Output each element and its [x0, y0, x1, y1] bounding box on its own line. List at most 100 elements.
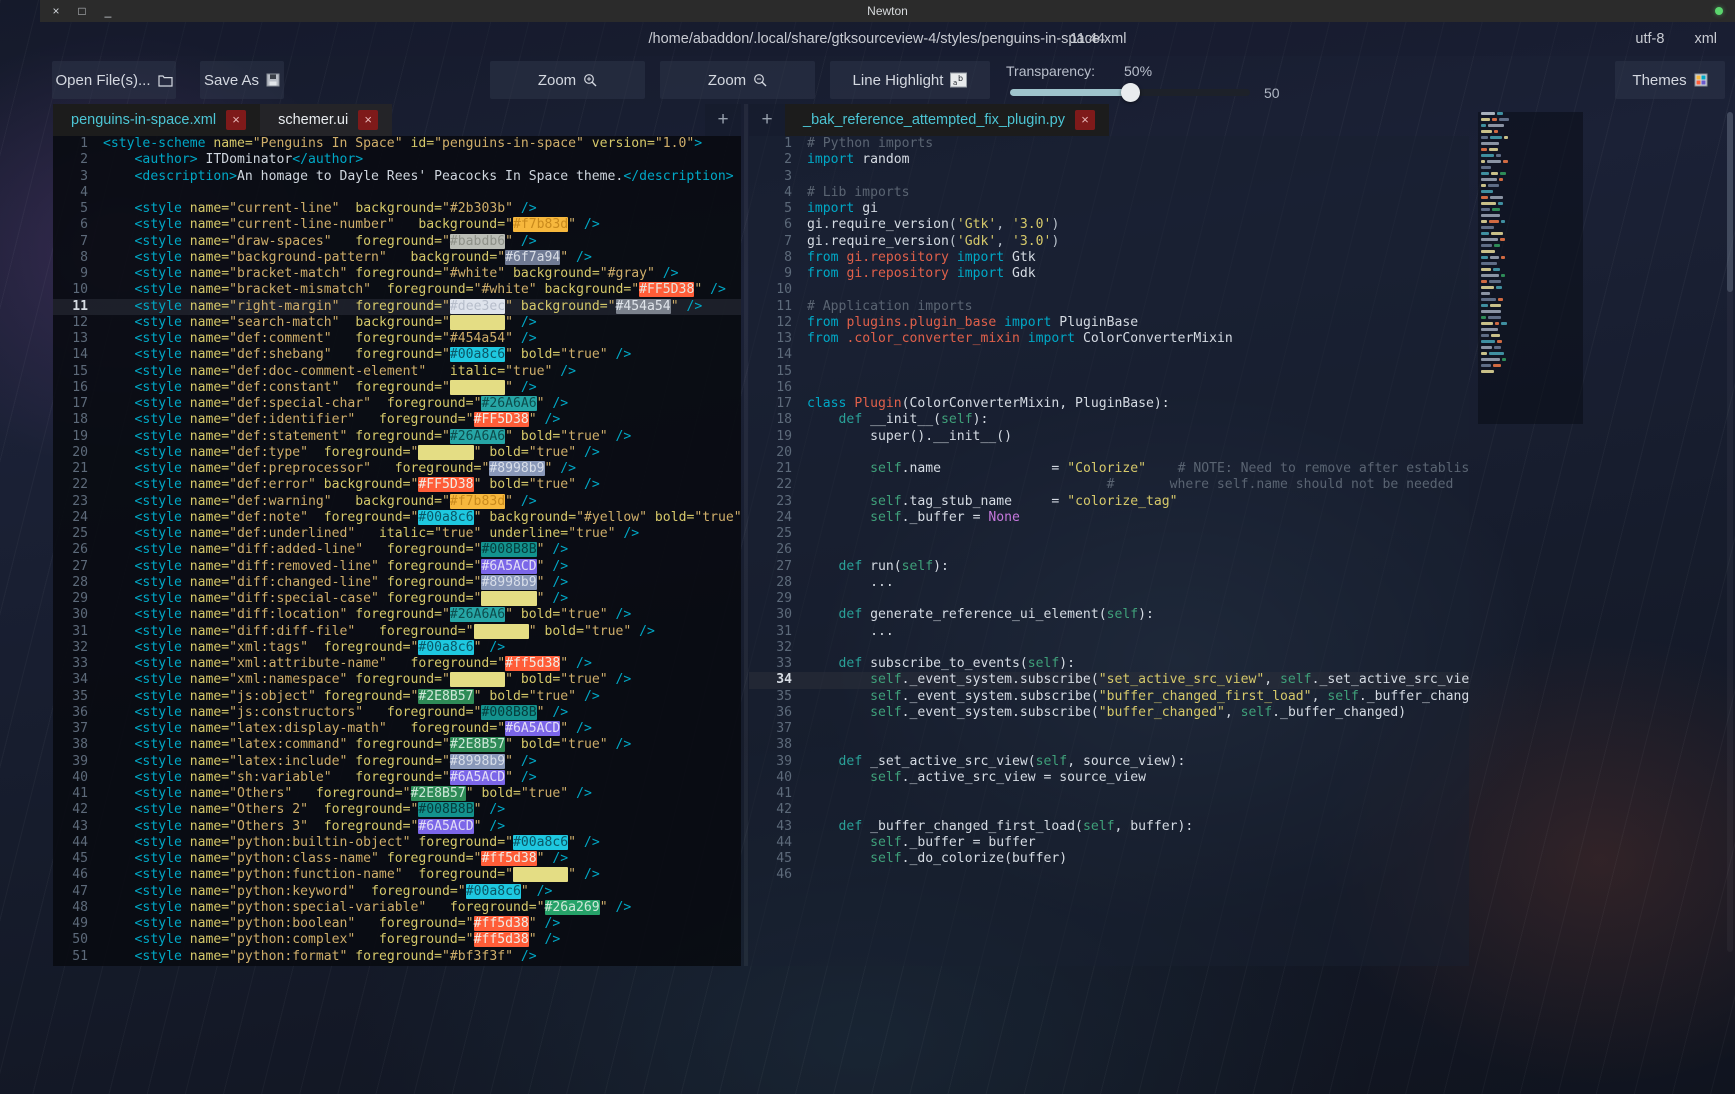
code-line[interactable]: 7 gi.require_version('Gdk', '3.0') [749, 234, 1469, 250]
code-line[interactable]: 36 <style name="js:constructors" foregro… [53, 704, 741, 721]
new-tab-button-left[interactable]: + [705, 104, 741, 136]
code-line[interactable]: 38 <style name="latex:command" foregroun… [53, 737, 741, 753]
code-line[interactable]: 19 <style name="def:statement" foregroun… [53, 428, 741, 445]
code-line[interactable]: 5 import gi [749, 201, 1469, 217]
code-line[interactable]: 29 <style name="diff:special-case" foreg… [53, 591, 741, 607]
code-line[interactable]: 6 <style name="current-line-number" back… [53, 217, 741, 233]
code-line[interactable]: 28 ... [749, 575, 1469, 591]
code-line[interactable]: 39 <style name="latex:include" foregroun… [53, 753, 741, 770]
code-line[interactable]: 50 <style name="python:complex" foregrou… [53, 932, 741, 948]
zoom-in-button[interactable]: Zoom [490, 61, 645, 99]
code-line[interactable]: 20 <style name="def:type" foreground=" "… [53, 444, 741, 461]
code-line[interactable]: 4 # Lib imports [749, 185, 1469, 201]
code-line[interactable]: 47 <style name="python:keyword" foregrou… [53, 883, 741, 900]
code-line[interactable]: 23 <style name="def:warning" background=… [53, 493, 741, 510]
code-line[interactable]: 14 <style name="def:shebang" foreground=… [53, 347, 741, 363]
code-line[interactable]: 42 <style name="Others 2" foreground="#0… [53, 802, 741, 818]
code-line[interactable]: 9 from gi.repository import Gdk [749, 266, 1469, 282]
code-line[interactable]: 10 <style name="bracket-mismatch" foregr… [53, 282, 741, 298]
new-tab-button-right[interactable]: + [749, 104, 785, 136]
code-line[interactable]: 15 [749, 364, 1469, 380]
code-line[interactable]: 41 <style name="Others" foreground="#2E8… [53, 786, 741, 802]
code-editor-right[interactable]: 1 # Python imports 2 import random 3 4 # Lib i… [749, 136, 1469, 966]
code-line[interactable]: 18 def __init__(self): [749, 412, 1469, 428]
code-line[interactable]: 32 [749, 640, 1469, 656]
code-line[interactable]: 10 [749, 282, 1469, 298]
code-line[interactable]: 5 <style name="current-line" background=… [53, 201, 741, 217]
open-files-button[interactable]: Open File(s)... [52, 61, 176, 99]
code-line[interactable]: 42 [749, 802, 1469, 818]
code-editor-left[interactable]: 1 <style-scheme name="Penguins In Space" … [53, 136, 741, 966]
code-line[interactable]: 43 def _buffer_changed_first_load(self, … [749, 819, 1469, 835]
code-line[interactable]: 46 [749, 867, 1469, 883]
code-line[interactable]: 8 from gi.repository import Gtk [749, 250, 1469, 266]
code-line[interactable]: 3 [749, 169, 1469, 185]
code-line[interactable]: 19 super().__init__() [749, 429, 1469, 445]
code-line[interactable]: 45 <style name="python:class-name" foreg… [53, 851, 741, 867]
code-line[interactable]: 14 [749, 347, 1469, 363]
code-line[interactable]: 13 from .color_converter_mixin import Col… [749, 331, 1469, 347]
code-line[interactable]: 7 <style name="draw-spaces" foreground="… [53, 233, 741, 250]
code-line[interactable]: 28 <style name="diff:changed-line" foreg… [53, 574, 741, 591]
code-line[interactable]: 20 [749, 445, 1469, 461]
tab-close-icon[interactable]: × [226, 110, 247, 130]
tab-close-icon[interactable]: × [1074, 110, 1095, 130]
code-line[interactable]: 30 <style name="diff:location" foregroun… [53, 607, 741, 623]
code-line[interactable]: 27 <style name="diff:removed-line" foreg… [53, 558, 741, 575]
code-line[interactable]: 8 <style name="background-pattern" backg… [53, 249, 741, 266]
zoom-out-button[interactable]: Zoom [660, 61, 815, 99]
code-line[interactable]: 2 import random [749, 152, 1469, 168]
tab-left-1[interactable]: schemer.ui × [260, 104, 393, 136]
transparency-slider-handle[interactable] [1121, 83, 1140, 102]
code-line[interactable]: 33 def subscribe_to_events(self): [749, 656, 1469, 672]
code-line[interactable]: 3 <description>An homage to Dayle Rees' … [53, 169, 741, 185]
code-line[interactable]: 37 <style name="latex:display-math" fore… [53, 721, 741, 737]
code-line[interactable]: 35 self._event_system.subscribe("buffer_… [749, 689, 1469, 705]
code-line[interactable]: 31 <style name="diff:diff-file" foregrou… [53, 623, 741, 640]
pane-divider[interactable] [744, 104, 748, 966]
code-line[interactable]: 2 <author> ITDominator</author> [53, 152, 741, 168]
code-line[interactable]: 9 <style name="bracket-match" foreground… [53, 266, 741, 282]
code-line[interactable]: 1 # Python imports [749, 136, 1469, 152]
code-line[interactable]: 39 def _set_active_src_view(self, source… [749, 754, 1469, 770]
code-line[interactable]: 37 [749, 721, 1469, 737]
code-line[interactable]: 48 <style name="python:special-variable"… [53, 899, 741, 916]
code-line[interactable]: 17 class Plugin(ColorConverterMixin, Plug… [749, 396, 1469, 412]
code-line[interactable]: 29 [749, 591, 1469, 607]
code-line[interactable]: 15 <style name="def:doc-comment-element"… [53, 364, 741, 380]
code-line[interactable]: 38 [749, 737, 1469, 753]
code-line[interactable]: 36 self._event_system.subscribe("buffer_… [749, 705, 1469, 721]
code-line[interactable]: 40 <style name="sh:variable" foreground=… [53, 769, 741, 786]
transparency-slider[interactable] [1010, 83, 1250, 102]
code-line[interactable]: 40 self._active_src_view = source_view [749, 770, 1469, 786]
code-line[interactable]: 25 <style name="def:underlined" italic="… [53, 526, 741, 542]
code-line[interactable]: 44 <style name="python:builtin-object" f… [53, 834, 741, 851]
tab-close-icon[interactable]: × [358, 110, 379, 130]
themes-button[interactable]: Themes [1615, 61, 1725, 99]
code-line[interactable]: 46 <style name="python:function-name" fo… [53, 867, 741, 883]
code-line[interactable]: 22 <style name="def:error" background="#… [53, 477, 741, 493]
code-line[interactable]: 35 <style name="js:object" foreground="#… [53, 688, 741, 705]
code-line[interactable]: 12 <style name="search-match" background… [53, 314, 741, 331]
code-line[interactable]: 13 <style name="def:comment" foreground=… [53, 331, 741, 347]
code-line[interactable]: 1 <style-scheme name="Penguins In Space" … [53, 136, 741, 152]
code-line[interactable]: 41 [749, 786, 1469, 802]
code-line[interactable]: 11 <style name="right-margin" foreground… [53, 298, 741, 315]
scrollbar-thumb[interactable] [1727, 112, 1733, 292]
code-line[interactable]: 43 <style name="Others 3" foreground="#6… [53, 818, 741, 835]
line-highlight-button[interactable]: Line Highlight ab [830, 61, 990, 99]
code-line[interactable]: 31 ... [749, 624, 1469, 640]
code-line[interactable]: 26 [749, 542, 1469, 558]
code-line[interactable]: 11 # Application imports [749, 299, 1469, 315]
code-line[interactable]: 24 <style name="def:note" foreground="#0… [53, 509, 741, 526]
tab-right-0[interactable]: _bak_reference_attempted_fix_plugin.py × [785, 104, 1109, 136]
code-line[interactable]: 32 <style name="xml:tags" foreground="#0… [53, 639, 741, 656]
code-line[interactable]: 33 <style name="xml:attribute-name" fore… [53, 656, 741, 672]
save-as-button[interactable]: Save As [200, 61, 284, 99]
code-line[interactable]: 49 <style name="python:boolean" foregrou… [53, 916, 741, 932]
code-line[interactable]: 34 self._event_system.subscribe("set_act… [749, 672, 1469, 689]
code-line[interactable]: 30 def generate_reference_ui_element(sel… [749, 607, 1469, 623]
tab-left-0[interactable]: penguins-in-space.xml × [53, 104, 261, 136]
code-line[interactable]: 21 self.name = "Colorize" # NOTE: Need t… [749, 461, 1469, 477]
code-line[interactable]: 27 def run(self): [749, 559, 1469, 575]
